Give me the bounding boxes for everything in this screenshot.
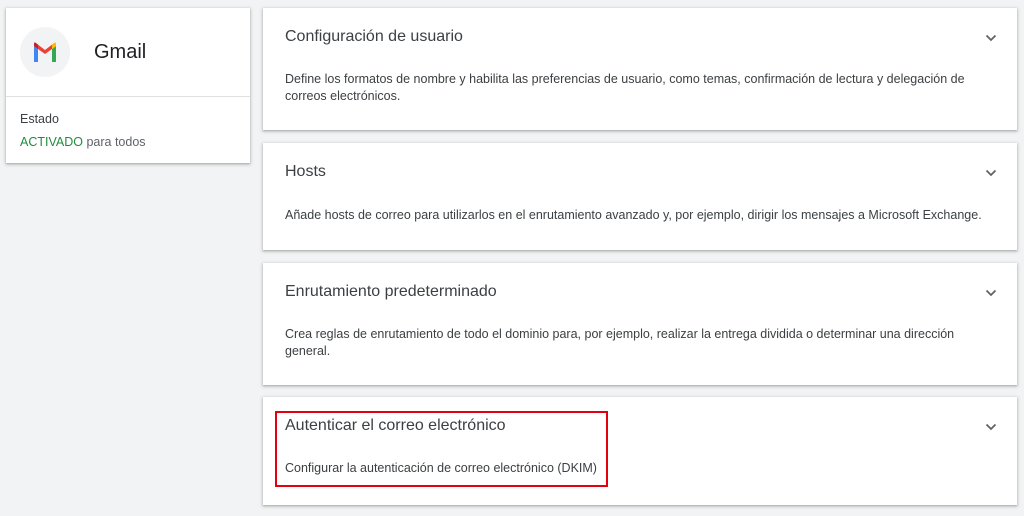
chevron-down-icon[interactable] [983, 165, 999, 181]
panel-title: Configuración de usuario [285, 28, 463, 45]
chevron-down-icon[interactable] [983, 419, 999, 435]
app-summary-card: Gmail Estado ACTIVADO para todos [6, 8, 250, 163]
panel-authenticate-email[interactable]: Autenticar el correo electrónico Configu… [263, 397, 1017, 505]
panel-description: Crea reglas de enrutamiento de todo el d… [285, 327, 955, 358]
panel-title: Enrutamiento predeterminado [285, 283, 497, 300]
chevron-down-icon[interactable] [983, 285, 999, 301]
app-header: Gmail [6, 8, 250, 97]
chevron-down-icon[interactable] [983, 30, 999, 46]
panel-default-routing[interactable]: Enrutamiento predeterminado Crea reglas … [263, 263, 1017, 385]
panel-description: Añade hosts de correo para utilizarlos e… [285, 208, 982, 222]
status-suffix: para todos [82, 135, 146, 149]
panel-description: Define los formatos de nombre y habilita… [285, 72, 965, 103]
app-name: Gmail [94, 40, 147, 63]
panel-description: Configurar la autenticación de correo el… [285, 461, 597, 475]
gmail-logo-icon [20, 27, 70, 77]
panel-user-settings[interactable]: Configuración de usuario Define los form… [263, 8, 1017, 130]
status-on-text: ACTIVADO [20, 135, 83, 149]
status-value: ACTIVADO para todos [20, 135, 236, 149]
status-block: Estado ACTIVADO para todos [6, 97, 250, 149]
panel-title: Autenticar el correo electrónico [285, 417, 506, 434]
status-label: Estado [20, 112, 59, 126]
panel-hosts[interactable]: Hosts Añade hosts de correo para utiliza… [263, 143, 1017, 250]
panel-title: Hosts [285, 163, 326, 180]
